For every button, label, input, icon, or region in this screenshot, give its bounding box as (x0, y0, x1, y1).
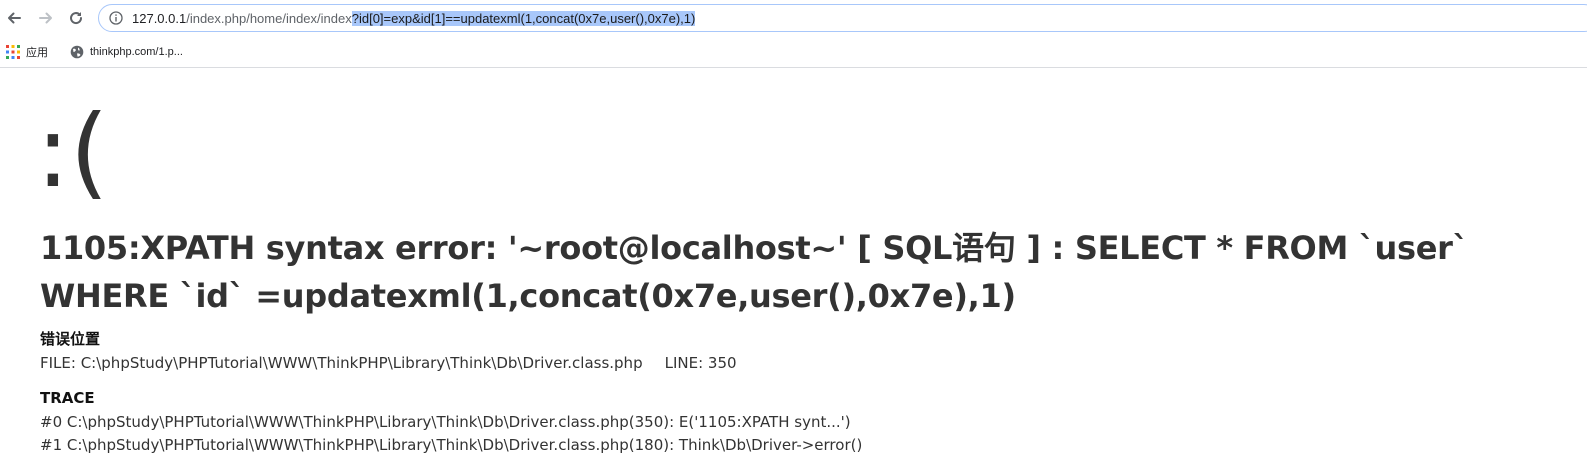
bookmark-thinkphp[interactable]: thinkphp.com/1.p... (70, 43, 183, 61)
location-info: FILE: C:\phpStudy\PHPTutorial\WWW\ThinkP… (40, 353, 737, 373)
bookmarks-bar: 应用 thinkphp.com/1.p... (0, 38, 1587, 68)
address-bar[interactable]: 127.0.0.1/index.php/home/index/index?id[… (98, 4, 1587, 32)
globe-icon (70, 45, 84, 59)
back-button[interactable] (4, 8, 24, 28)
url-text[interactable]: 127.0.0.1/index.php/home/index/index?id[… (132, 10, 696, 27)
apps-grid-icon (6, 45, 20, 59)
error-message: 1105:XPATH syntax error: '~root@localhos… (40, 229, 1469, 315)
browser-toolbar: 127.0.0.1/index.php/home/index/index?id[… (0, 0, 1587, 38)
forward-button[interactable] (36, 8, 56, 28)
bookmark-label: 应用 (26, 47, 48, 59)
trace-heading: TRACE (40, 389, 95, 407)
bookmark-label: thinkphp.com/1.p... (90, 46, 183, 58)
info-icon[interactable] (109, 11, 123, 25)
sad-face: :( (36, 93, 109, 210)
location-file: FILE: C:\phpStudy\PHPTutorial\WWW\ThinkP… (40, 354, 643, 372)
url-query-selected: ?id[0]=exp&id[1]==updatexml(1,concat(0x7… (351, 11, 696, 26)
arrow-right-icon (39, 12, 52, 24)
arrow-left-icon (8, 12, 21, 24)
location-line: LINE: 350 (664, 354, 737, 372)
trace-line: #0 C:\phpStudy\PHPTutorial\WWW\ThinkPHP\… (40, 413, 851, 431)
bookmark-apps[interactable]: 应用 (6, 43, 48, 61)
trace-line: #1 C:\phpStudy\PHPTutorial\WWW\ThinkPHP\… (40, 436, 863, 454)
location-heading: 错误位置 (40, 330, 101, 348)
url-host: 127.0.0.1 (132, 11, 187, 26)
url-path: /index.php/home/index/index (186, 11, 352, 26)
reload-button[interactable] (66, 8, 86, 28)
reload-icon (70, 12, 83, 25)
